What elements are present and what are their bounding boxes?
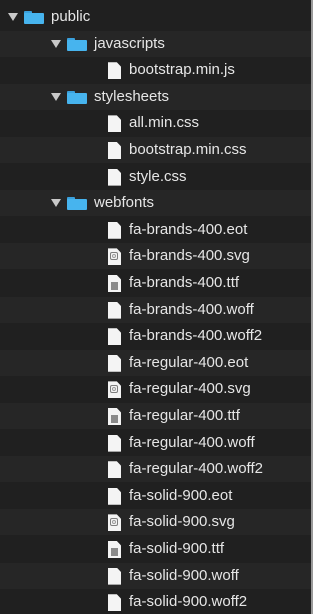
tree-file-row[interactable]: fa-regular-400.woff2 — [0, 456, 311, 483]
tree-file-row[interactable]: fa-brands-400.ttf — [0, 270, 311, 296]
font-file-icon — [108, 541, 121, 558]
svg-image-icon — [108, 381, 121, 399]
svg-image-icon — [108, 514, 121, 532]
document-icon — [108, 434, 121, 452]
font-file-icon — [108, 275, 121, 292]
tree-file-row[interactable]: fa-solid-900.woff — [0, 562, 311, 589]
tree-file-row[interactable]: fa-brands-400.woff — [0, 296, 311, 323]
tree-file-row[interactable]: fa-brands-400.eot — [0, 217, 311, 243]
tree-item-label: fa-solid-900.eot — [129, 486, 233, 504]
tree-folder-row[interactable]: stylesheets — [0, 83, 311, 110]
document-icon — [108, 115, 121, 133]
font-file-icon — [108, 408, 121, 425]
tree-item-label: fa-brands-400.ttf — [129, 274, 240, 291]
tree-item-label: webfonts — [94, 194, 155, 212]
tree-item-label: all.min.css — [129, 114, 200, 132]
document-icon — [108, 62, 121, 80]
tree-item-label: style.css — [129, 167, 187, 185]
tree-item-label: fa-solid-900.woff2 — [129, 593, 248, 611]
disclosure-triangle-icon[interactable] — [51, 39, 61, 48]
document-icon — [108, 461, 121, 479]
folder-icon — [24, 11, 44, 24]
tree-file-row[interactable]: fa-brands-400.woff2 — [0, 323, 311, 349]
disclosure-triangle-icon[interactable] — [51, 199, 61, 208]
tree-item-label: fa-regular-400.woff — [129, 433, 255, 451]
tree-item-label: javascripts — [94, 34, 165, 52]
document-icon — [108, 168, 121, 186]
document-icon — [108, 487, 121, 505]
tree-file-row[interactable]: bootstrap.min.js — [0, 57, 311, 83]
tree-file-row[interactable]: all.min.css — [0, 110, 311, 136]
document-icon — [108, 354, 121, 372]
disclosure-triangle-icon[interactable] — [51, 92, 61, 101]
tree-file-row[interactable]: fa-brands-400.svg — [0, 243, 311, 270]
folder-icon — [67, 37, 87, 51]
document-icon — [108, 328, 121, 346]
tree-item-label: fa-solid-900.svg — [129, 513, 235, 531]
tree-file-row[interactable]: bootstrap.min.css — [0, 137, 311, 163]
tree-file-row[interactable]: fa-solid-900.woff2 — [0, 589, 311, 615]
tree-folder-row[interactable]: javascripts — [0, 30, 311, 57]
tree-file-row[interactable]: fa-regular-400.svg — [0, 376, 311, 402]
tree-item-label: bootstrap.min.css — [129, 141, 247, 158]
tree-item-label: fa-brands-400.woff2 — [129, 327, 263, 345]
tree-item-label: fa-brands-400.svg — [129, 247, 250, 265]
tree-item-label: fa-solid-900.woff — [129, 566, 239, 584]
file-tree: public javascripts bootstrap.min.js stylesh… — [0, 0, 313, 614]
tree-item-label: fa-regular-400.svg — [129, 380, 251, 398]
tree-item-label: stylesheets — [94, 87, 170, 105]
tree-folder-row[interactable]: public — [0, 4, 311, 30]
document-icon — [108, 142, 121, 159]
tree-file-row[interactable]: fa-solid-900.eot — [0, 483, 311, 509]
folder-icon — [67, 197, 87, 211]
folder-icon — [67, 90, 87, 104]
svg-image-icon — [108, 248, 121, 266]
tree-file-row[interactable]: fa-regular-400.woff — [0, 430, 311, 456]
tree-folder-row[interactable]: webfonts — [0, 190, 311, 217]
tree-item-label: public — [51, 8, 91, 25]
disclosure-triangle-icon[interactable] — [8, 13, 18, 21]
tree-item-label: fa-brands-400.woff — [129, 300, 254, 318]
tree-item-label: bootstrap.min.js — [129, 61, 235, 79]
tree-item-label: fa-regular-400.ttf — [129, 407, 240, 424]
tree-file-row[interactable]: style.css — [0, 164, 311, 190]
document-icon — [108, 567, 121, 585]
tree-item-label: fa-regular-400.woff2 — [129, 460, 263, 478]
document-icon — [108, 221, 121, 239]
tree-item-label: fa-solid-900.ttf — [129, 540, 225, 557]
tree-file-row[interactable]: fa-solid-900.ttf — [0, 536, 311, 562]
tree-file-row[interactable]: fa-regular-400.eot — [0, 349, 311, 376]
tree-item-label: fa-brands-400.eot — [129, 220, 248, 238]
tree-item-label: fa-regular-400.eot — [129, 353, 249, 371]
tree-file-row[interactable]: fa-solid-900.svg — [0, 509, 311, 536]
document-icon — [108, 301, 121, 319]
tree-file-row[interactable]: fa-regular-400.ttf — [0, 403, 311, 429]
document-icon — [108, 594, 121, 612]
